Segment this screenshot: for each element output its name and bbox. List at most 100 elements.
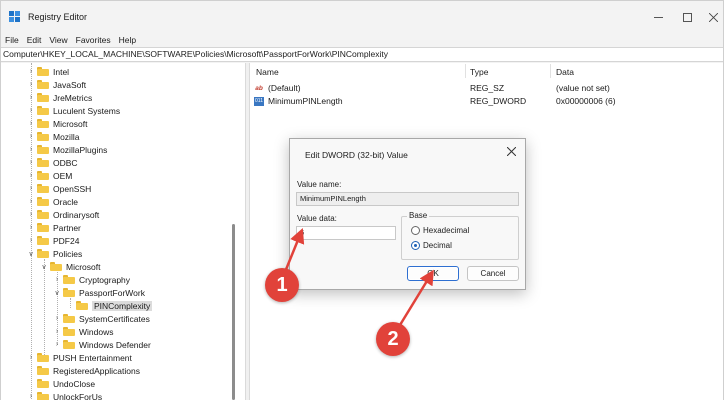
tree-item[interactable]: › Mozilla [27,130,80,143]
folder-icon [37,80,49,89]
value-name: (Default) [268,83,301,93]
radio-checked-icon [411,241,420,250]
tree-item-label: OpenSSH [53,183,92,194]
tree-item[interactable]: › ODBC [27,156,78,169]
column-header-name[interactable]: Name [256,67,279,77]
tree-item[interactable]: › Ordinarysoft [27,208,99,221]
address-bar[interactable]: Computer\HKEY_LOCAL_MACHINE\SOFTWARE\Pol… [1,47,723,62]
folder-icon [37,236,49,245]
list-item[interactable]: 011 MinimumPINLength REG_DWORD 0x0000000… [250,95,723,108]
menu-view[interactable]: View [45,33,71,47]
window-title: Registry Editor [28,12,88,22]
radio-unchecked-icon [411,226,420,235]
chevron-right-icon[interactable]: › [53,276,61,283]
column-separator[interactable] [550,64,551,78]
chevron-down-icon[interactable]: ∨ [40,263,48,271]
chevron-right-icon[interactable]: › [27,159,35,166]
chevron-right-icon[interactable]: › [53,328,61,335]
tree-item-label: Intel [53,66,70,77]
maximize-button[interactable] [673,9,701,25]
folder-icon [37,366,49,375]
tree-item[interactable]: › JavaSoft [27,78,86,91]
hexadecimal-radio[interactable]: Hexadecimal [411,226,469,235]
tree-item[interactable]: PINComplexity [66,299,153,312]
list-item[interactable]: ab (Default) REG_SZ (value not set) [250,82,723,95]
tree-item-label: ODBC [53,157,78,168]
base-groupbox [401,216,519,260]
close-button[interactable] [699,9,724,25]
chevron-right-icon[interactable]: › [27,185,35,192]
tree-item[interactable]: › Microsoft [27,117,88,130]
chevron-right-icon[interactable]: › [27,107,35,114]
folder-icon [63,288,75,297]
folder-icon [37,145,49,154]
folder-icon [63,340,75,349]
column-separator[interactable] [465,64,466,78]
chevron-down-icon[interactable]: ∨ [53,289,61,297]
registry-editor-icon [9,11,20,22]
chevron-right-icon[interactable]: › [27,68,35,75]
menu-help[interactable]: Help [115,33,140,47]
tree-item-label: Windows Defender [79,339,151,350]
tree-item[interactable]: › MozillaPlugins [27,143,108,156]
chevron-right-icon[interactable]: › [27,81,35,88]
folder-icon [63,327,75,336]
chevron-right-icon[interactable]: › [27,94,35,101]
tree-item[interactable]: › Luculent Systems [27,104,120,117]
tree-item[interactable]: RegisteredApplications [27,364,140,377]
ok-button[interactable]: OK [407,266,459,281]
chevron-right-icon[interactable]: › [27,172,35,179]
chevron-right-icon[interactable]: › [53,315,61,322]
tree-item[interactable]: › UnlockForUs [27,390,102,400]
tree-item[interactable]: ∨ Microsoft [40,260,100,273]
chevron-right-icon[interactable]: › [27,224,35,231]
tree-item[interactable]: › JreMetrics [27,91,92,104]
value-data-input[interactable]: 6 [296,226,396,240]
tree-item[interactable]: › Cryptography [53,273,130,286]
chevron-right-icon[interactable]: › [27,146,35,153]
dialog-title: Edit DWORD (32-bit) Value [305,150,408,160]
tree-item[interactable]: ∨ Policies [27,247,82,260]
tree-item[interactable]: › OEM [27,169,73,182]
tree-item-label: MozillaPlugins [53,144,108,155]
tree-item[interactable]: › SystemCertificates [53,312,150,325]
chevron-right-icon[interactable]: › [27,393,35,400]
tree-item[interactable]: › Windows Defender [53,338,151,351]
tree-item-label: Mozilla [53,131,80,142]
chevron-right-icon[interactable]: › [27,237,35,244]
tree-item[interactable]: ∨ PassportForWork [53,286,145,299]
dword-value-icon: 011 [254,97,264,106]
chevron-right-icon[interactable]: › [27,198,35,205]
tree-item[interactable]: › Oracle [27,195,78,208]
chevron-right-icon[interactable]: › [27,120,35,127]
tree-item[interactable]: › OpenSSH [27,182,91,195]
decimal-radio[interactable]: Decimal [411,241,452,250]
callout-badge-1: 1 [265,268,299,302]
column-header-type[interactable]: Type [470,67,488,77]
tree-item[interactable]: › Partner [27,221,81,234]
menu-favorites[interactable]: Favorites [72,33,115,47]
chevron-right-icon[interactable]: › [53,341,61,348]
folder-icon [37,197,49,206]
tree-item[interactable]: › Intel [27,65,69,78]
chevron-right-icon[interactable]: › [27,354,35,361]
tree-item[interactable]: › PDF24 [27,234,80,247]
cancel-button[interactable]: Cancel [467,266,519,281]
tree-scrollbar[interactable] [232,224,235,400]
menu-edit[interactable]: Edit [23,33,46,47]
string-value-icon: ab [255,85,263,92]
value-name-field: MinimumPINLength [296,192,519,206]
tree-item[interactable]: › PUSH Entertainment [27,351,132,364]
column-header-data[interactable]: Data [556,67,574,77]
chevron-right-icon[interactable]: › [27,211,35,218]
tree-item-label: UnlockForUs [53,391,103,400]
chevron-right-icon[interactable]: › [27,133,35,140]
chevron-down-icon[interactable]: ∨ [27,250,35,258]
tree-item[interactable]: › Windows [53,325,114,338]
menu-file[interactable]: File [1,33,23,47]
tree-item[interactable]: UndoClose [27,377,95,390]
value-type: REG_DWORD [470,96,527,106]
registry-key-tree[interactable]: › Intel › JavaSoft › JreMetrics › Luculent Syst… [1,63,245,400]
minimize-button[interactable] [644,9,672,25]
dialog-close-button[interactable] [506,146,517,159]
